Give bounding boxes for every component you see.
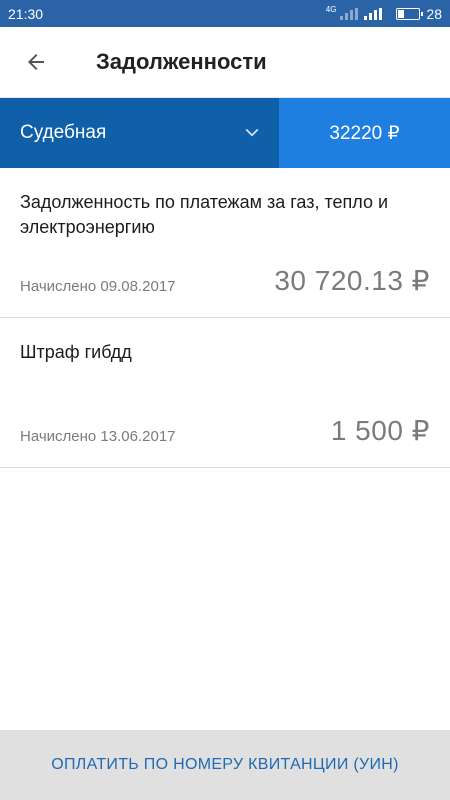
arrow-left-icon xyxy=(28,54,44,70)
debt-amount: 1 500 ₽ xyxy=(330,415,430,446)
screen: 21:30 4G 28 Задолженности Судебная 32220… xyxy=(0,0,450,800)
debt-item[interactable]: Штраф гибдд Начислено 13.06.2017 1 500 ₽ xyxy=(0,318,450,468)
battery-icon xyxy=(396,7,424,20)
battery-level xyxy=(398,9,405,18)
debt-title: Штраф гибдд xyxy=(20,342,132,362)
app-bar: Задолженности xyxy=(0,27,450,98)
filter-row: Судебная 32220 ₽ xyxy=(0,98,450,168)
debt-amount: 30 720.13 ₽ xyxy=(274,265,430,296)
debt-total-amount: 32220 ₽ xyxy=(329,122,400,144)
status-icons: 4G 28 xyxy=(325,5,442,22)
chevron-down-icon xyxy=(245,129,259,137)
debt-type-select[interactable]: Судебная xyxy=(0,98,279,168)
debt-date: Начислено 09.08.2017 xyxy=(20,278,176,295)
network-type-label: 4G xyxy=(325,5,337,14)
debt-title: Задолженность по платежам за газ, тепло … xyxy=(20,192,389,237)
status-time: 21:30 xyxy=(8,5,44,22)
page-title: Задолженности xyxy=(96,49,267,74)
battery-percent: 28 xyxy=(426,5,442,22)
debt-list: Задолженность по платежам за газ, тепло … xyxy=(0,168,450,468)
debt-item[interactable]: Задолженность по платежам за газ, тепло … xyxy=(0,168,450,318)
debt-date: Начислено 13.06.2017 xyxy=(20,428,176,445)
back-button[interactable] xyxy=(0,27,72,98)
status-bar: 21:30 4G 28 xyxy=(0,0,450,27)
debt-total: 32220 ₽ xyxy=(279,98,450,168)
signal-icon xyxy=(364,7,383,20)
signal-4g-icon xyxy=(340,7,359,20)
debt-type-selected: Судебная xyxy=(20,122,107,143)
pay-by-uin-button[interactable]: ОПЛАТИТЬ ПО НОМЕРУ КВИТАНЦИИ (УИН) xyxy=(0,730,450,800)
pay-by-uin-label: ОПЛАТИТЬ ПО НОМЕРУ КВИТАНЦИИ (УИН) xyxy=(51,756,399,773)
